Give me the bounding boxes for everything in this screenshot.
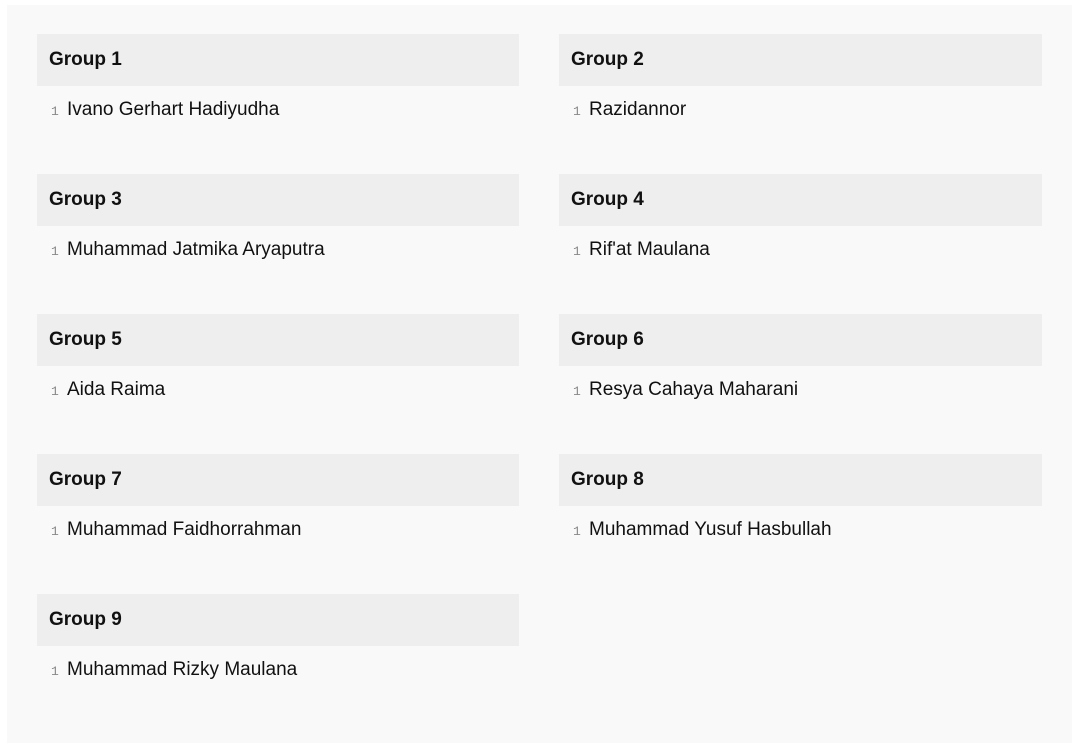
group-card-1: Group 1 1 Ivano Gerhart Hadiyudha (37, 34, 519, 174)
member-row: 1 Ivano Gerhart Hadiyudha (37, 99, 519, 121)
group-header: Group 7 (37, 454, 519, 506)
member-index: 1 (51, 524, 59, 539)
group-title: Group 7 (49, 469, 122, 490)
member-name: Muhammad Faidhorrahman (67, 519, 302, 540)
member-name: Ivano Gerhart Hadiyudha (67, 99, 280, 120)
group-card-3: Group 3 1 Muhammad Jatmika Aryaputra (37, 174, 519, 314)
group-header: Group 2 (559, 34, 1042, 86)
group-title: Group 3 (49, 189, 122, 210)
group-card-6: Group 6 1 Resya Cahaya Maharani (559, 314, 1042, 454)
group-card-8: Group 8 1 Muhammad Yusuf Hasbullah (559, 454, 1042, 594)
member-name: Razidannor (589, 99, 687, 120)
group-header: Group 1 (37, 34, 519, 86)
member-name: Rif'at Maulana (589, 239, 710, 260)
member-row: 1 Razidannor (559, 99, 1042, 121)
group-header: Group 5 (37, 314, 519, 366)
member-index: 1 (51, 244, 59, 259)
group-card-7: Group 7 1 Muhammad Faidhorrahman (37, 454, 519, 594)
group-card-2: Group 2 1 Razidannor (559, 34, 1042, 174)
group-title: Group 2 (571, 49, 644, 70)
group-header: Group 4 (559, 174, 1042, 226)
groups-panel: Group 1 1 Ivano Gerhart Hadiyudha Group … (7, 5, 1072, 743)
member-index: 1 (51, 384, 59, 399)
member-index: 1 (573, 524, 581, 539)
group-card-9: Group 9 1 Muhammad Rizky Maulana (37, 594, 519, 734)
member-row: 1 Muhammad Jatmika Aryaputra (37, 239, 519, 261)
group-header: Group 6 (559, 314, 1042, 366)
member-row: 1 Muhammad Rizky Maulana (37, 659, 519, 681)
member-row: 1 Rif'at Maulana (559, 239, 1042, 261)
group-title: Group 6 (571, 329, 644, 350)
member-index: 1 (573, 244, 581, 259)
group-title: Group 5 (49, 329, 122, 350)
member-index: 1 (51, 664, 59, 679)
member-row: 1 Resya Cahaya Maharani (559, 379, 1042, 401)
groups-grid: Group 1 1 Ivano Gerhart Hadiyudha Group … (37, 34, 1042, 734)
member-name: Muhammad Jatmika Aryaputra (67, 239, 325, 260)
group-header: Group 3 (37, 174, 519, 226)
member-row: 1 Muhammad Yusuf Hasbullah (559, 519, 1042, 541)
group-title: Group 1 (49, 49, 122, 70)
group-card-4: Group 4 1 Rif'at Maulana (559, 174, 1042, 314)
member-name: Resya Cahaya Maharani (589, 379, 799, 400)
member-name: Muhammad Yusuf Hasbullah (589, 519, 832, 540)
member-index: 1 (51, 104, 59, 119)
group-card-5: Group 5 1 Aida Raima (37, 314, 519, 454)
group-title: Group 8 (571, 469, 644, 490)
member-row: 1 Muhammad Faidhorrahman (37, 519, 519, 541)
group-header: Group 8 (559, 454, 1042, 506)
member-index: 1 (573, 384, 581, 399)
member-row: 1 Aida Raima (37, 379, 519, 401)
member-index: 1 (573, 104, 581, 119)
group-title: Group 4 (571, 189, 644, 210)
member-name: Aida Raima (67, 379, 166, 400)
group-title: Group 9 (49, 609, 122, 630)
group-header: Group 9 (37, 594, 519, 646)
member-name: Muhammad Rizky Maulana (67, 659, 298, 680)
